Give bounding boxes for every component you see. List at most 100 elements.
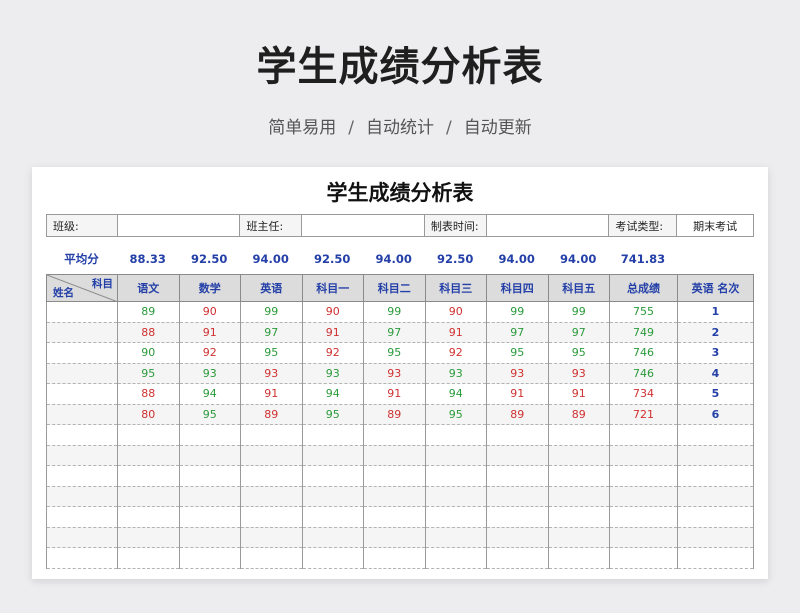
empty-cell[interactable]: [46, 465, 118, 487]
score-cell[interactable]: 93: [363, 363, 426, 384]
empty-cell[interactable]: [117, 547, 180, 569]
empty-cell[interactable]: [609, 527, 678, 548]
rank-cell[interactable]: 6: [677, 404, 754, 425]
score-cell[interactable]: 80: [117, 404, 180, 425]
empty-cell[interactable]: [424, 547, 487, 569]
empty-cell[interactable]: [424, 486, 487, 507]
empty-cell[interactable]: [424, 465, 487, 487]
empty-cell[interactable]: [46, 547, 118, 569]
empty-cell[interactable]: [547, 527, 610, 548]
total-cell[interactable]: 755: [609, 301, 678, 323]
empty-cell[interactable]: [486, 486, 549, 507]
empty-cell[interactable]: [609, 486, 678, 507]
empty-cell[interactable]: [117, 486, 180, 507]
empty-cell[interactable]: [46, 486, 118, 507]
empty-cell[interactable]: [486, 547, 549, 569]
score-cell[interactable]: 95: [363, 342, 426, 364]
teacher-value-cell[interactable]: [302, 215, 425, 236]
score-cell[interactable]: 93: [178, 363, 241, 384]
score-cell[interactable]: 94: [424, 383, 487, 405]
col-header-subject-2[interactable]: 科目二: [363, 274, 426, 302]
empty-cell[interactable]: [117, 506, 180, 528]
score-cell[interactable]: 99: [486, 301, 549, 323]
empty-cell[interactable]: [609, 506, 678, 528]
rank-cell[interactable]: 1: [677, 301, 754, 323]
score-cell[interactable]: 95: [424, 404, 487, 425]
score-cell[interactable]: 88: [117, 322, 180, 343]
empty-cell[interactable]: [117, 465, 180, 487]
rank-cell[interactable]: 5: [677, 383, 754, 405]
score-cell[interactable]: 92: [301, 342, 364, 364]
student-name-cell[interactable]: [46, 342, 118, 364]
rank-cell[interactable]: 4: [677, 363, 754, 384]
score-cell[interactable]: 92: [178, 342, 241, 364]
empty-cell[interactable]: [424, 445, 487, 466]
empty-cell[interactable]: [178, 527, 241, 548]
empty-cell[interactable]: [677, 506, 754, 528]
col-header-subject-3[interactable]: 科目三: [424, 274, 487, 302]
score-cell[interactable]: 93: [301, 363, 364, 384]
empty-cell[interactable]: [240, 547, 303, 569]
col-header-subject-4[interactable]: 科目四: [486, 274, 549, 302]
score-cell[interactable]: 97: [547, 322, 610, 343]
score-cell[interactable]: 99: [363, 301, 426, 323]
empty-cell[interactable]: [240, 527, 303, 548]
empty-cell[interactable]: [547, 445, 610, 466]
empty-cell[interactable]: [677, 465, 754, 487]
empty-cell[interactable]: [677, 547, 754, 569]
empty-cell[interactable]: [424, 506, 487, 528]
score-cell[interactable]: 95: [486, 342, 549, 364]
empty-cell[interactable]: [486, 445, 549, 466]
score-cell[interactable]: 92: [424, 342, 487, 364]
empty-cell[interactable]: [46, 506, 118, 528]
empty-cell[interactable]: [547, 506, 610, 528]
empty-cell[interactable]: [486, 527, 549, 548]
empty-cell[interactable]: [178, 465, 241, 487]
score-cell[interactable]: 94: [301, 383, 364, 405]
score-cell[interactable]: 88: [117, 383, 180, 405]
score-cell[interactable]: 90: [178, 301, 241, 323]
empty-cell[interactable]: [301, 424, 364, 446]
score-cell[interactable]: 89: [547, 404, 610, 425]
score-cell[interactable]: 99: [547, 301, 610, 323]
score-cell[interactable]: 97: [363, 322, 426, 343]
empty-cell[interactable]: [301, 465, 364, 487]
empty-cell[interactable]: [486, 424, 549, 446]
total-cell[interactable]: 721: [609, 404, 678, 425]
empty-cell[interactable]: [363, 424, 426, 446]
score-cell[interactable]: 95: [301, 404, 364, 425]
score-cell[interactable]: 95: [240, 342, 303, 364]
score-cell[interactable]: 99: [240, 301, 303, 323]
empty-cell[interactable]: [117, 527, 180, 548]
total-cell[interactable]: 749: [609, 322, 678, 343]
empty-cell[interactable]: [677, 486, 754, 507]
student-name-cell[interactable]: [46, 301, 118, 323]
rank-cell[interactable]: 3: [677, 342, 754, 364]
empty-cell[interactable]: [117, 445, 180, 466]
empty-cell[interactable]: [46, 445, 118, 466]
empty-cell[interactable]: [178, 445, 241, 466]
score-cell[interactable]: 95: [178, 404, 241, 425]
col-header-subject-5[interactable]: 科目五: [547, 274, 610, 302]
score-cell[interactable]: 93: [424, 363, 487, 384]
empty-cell[interactable]: [424, 424, 487, 446]
empty-cell[interactable]: [486, 506, 549, 528]
score-cell[interactable]: 90: [117, 342, 180, 364]
score-cell[interactable]: 89: [486, 404, 549, 425]
empty-cell[interactable]: [178, 424, 241, 446]
empty-cell[interactable]: [363, 486, 426, 507]
empty-cell[interactable]: [178, 547, 241, 569]
empty-cell[interactable]: [301, 527, 364, 548]
score-cell[interactable]: 95: [117, 363, 180, 384]
score-cell[interactable]: 97: [486, 322, 549, 343]
empty-cell[interactable]: [240, 465, 303, 487]
student-name-cell[interactable]: [46, 322, 118, 343]
col-header-chinese[interactable]: 语文: [117, 274, 180, 302]
score-cell[interactable]: 90: [424, 301, 487, 323]
total-cell[interactable]: 746: [609, 363, 678, 384]
col-header-total[interactable]: 总成绩: [609, 274, 678, 302]
score-cell[interactable]: 93: [547, 363, 610, 384]
empty-cell[interactable]: [363, 445, 426, 466]
student-name-cell[interactable]: [46, 363, 118, 384]
rank-cell[interactable]: 2: [677, 322, 754, 343]
